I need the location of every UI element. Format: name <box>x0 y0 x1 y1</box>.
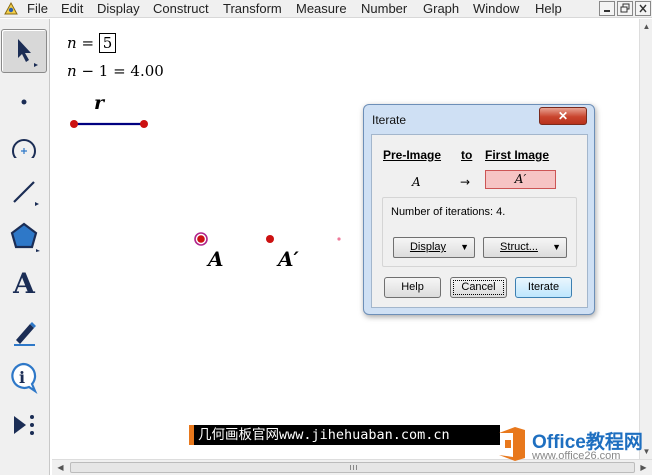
mapping-arrow-icon: → <box>460 175 471 189</box>
arrow-icon <box>18 39 38 67</box>
menu-graph[interactable]: Graph <box>423 1 459 17</box>
geometers-sketchpad-app-icon[interactable] <box>3 1 19 16</box>
menu-bar: File Edit Display Construct Transform Me… <box>0 0 652 18</box>
office-logo-icon <box>499 427 525 461</box>
text-tool[interactable]: A <box>1 261 47 305</box>
iterate-button[interactable]: Iterate <box>515 277 572 298</box>
parameter-equals: = <box>76 34 99 52</box>
vertical-scrollbar[interactable]: ▲ ▼ <box>639 19 652 459</box>
calculation-variable: n <box>67 62 77 80</box>
grip-line <box>352 465 354 470</box>
point-a[interactable] <box>197 235 205 243</box>
menu-window[interactable]: Window <box>473 1 519 17</box>
menu-help[interactable]: Help <box>535 1 562 17</box>
office-watermark-site: www.office26.com <box>532 450 621 462</box>
arrow-select-tool[interactable] <box>1 29 47 73</box>
straightedge-icon <box>13 181 39 206</box>
segment-endpoint-left[interactable] <box>70 120 78 128</box>
dropdown-arrow-icon: ▼ <box>460 242 469 252</box>
pre-image-value: A <box>412 175 421 189</box>
segment-r-label[interactable]: r <box>94 92 104 114</box>
menu-construct[interactable]: Construct <box>153 1 209 17</box>
menu-number[interactable]: Number <box>361 1 407 17</box>
close-window-button[interactable] <box>635 1 651 16</box>
grip-line <box>349 465 351 470</box>
tool-palette: A i <box>0 19 50 475</box>
to-header: to <box>461 148 473 162</box>
calculation-n-minus-1[interactable]: n − 1 = 4.00 <box>67 62 164 80</box>
info-tool-glyph: i <box>19 368 25 387</box>
iteration-options-panel: Number of iterations: 4. Display ▼ Struc… <box>382 197 577 267</box>
marker-tool[interactable] <box>1 309 47 353</box>
dialog-title: Iterate <box>372 113 407 127</box>
first-image-field[interactable]: A′ <box>485 170 556 189</box>
point-a-prime[interactable] <box>266 235 274 243</box>
text-tool-glyph: A <box>13 266 35 300</box>
calculation-operator: − <box>76 62 99 80</box>
iterate-dialog: Iterate ✕ Pre-Image to First Image A → A… <box>363 104 595 315</box>
point-tool[interactable] <box>1 75 47 119</box>
polygon-tool[interactable] <box>1 213 47 257</box>
dropdown-arrow-icon: ▼ <box>552 242 561 252</box>
grip-line <box>355 465 357 470</box>
compass-icon <box>12 139 36 158</box>
segment-endpoint-right[interactable] <box>140 120 148 128</box>
parameter-value-box[interactable]: 5 <box>98 33 117 53</box>
point-icon <box>21 99 27 105</box>
point-a-prime-label[interactable]: A′ <box>278 247 299 271</box>
menu-edit[interactable]: Edit <box>61 1 83 17</box>
custom-tools-menu[interactable] <box>1 403 47 447</box>
restore-window-button[interactable] <box>617 1 633 16</box>
close-icon <box>639 4 647 13</box>
straightedge-tool[interactable] <box>1 167 47 211</box>
close-x-icon: ✕ <box>557 109 569 123</box>
point-a-label[interactable]: A <box>208 247 224 271</box>
menu-measure[interactable]: Measure <box>296 1 347 17</box>
marker-pen-icon <box>14 322 36 346</box>
cancel-button[interactable]: Cancel <box>450 277 507 298</box>
iterations-count-text: Number of iterations: 4. <box>391 206 506 218</box>
menu-display[interactable]: Display <box>97 1 140 17</box>
restore-icon <box>620 3 630 13</box>
menu-file[interactable]: File <box>27 1 48 17</box>
parameter-name: n <box>67 34 77 52</box>
point-a-selection-ring <box>194 232 208 246</box>
minimize-window-button[interactable] <box>599 1 615 16</box>
play-menu-icon <box>14 415 34 435</box>
first-image-header: First Image <box>485 148 550 162</box>
structure-dropdown[interactable]: Struct... ▼ <box>483 237 567 258</box>
display-dropdown-label: Display <box>409 241 447 253</box>
pentagon-icon <box>10 222 40 252</box>
jihehuaban-watermark: 几何画板官网www.jihehuaban.com.cn <box>189 425 500 445</box>
dialog-close-button[interactable]: ✕ <box>539 107 587 125</box>
information-icon: i <box>11 362 38 394</box>
pre-image-header: Pre-Image <box>383 148 442 162</box>
office26-watermark: Office教程网 www.office26.com <box>495 423 652 465</box>
display-dropdown[interactable]: Display ▼ <box>393 237 475 258</box>
parameter-n[interactable]: n = 5 <box>67 33 117 53</box>
scroll-left-icon[interactable]: ◀ <box>54 461 67 474</box>
compass-tool[interactable] <box>1 121 47 165</box>
calculation-result: 1 = 4.00 <box>98 62 164 80</box>
dialog-body: Pre-Image to First Image A → A′ Number o… <box>371 134 588 308</box>
minimize-icon <box>604 10 610 12</box>
information-tool[interactable]: i <box>1 355 47 399</box>
menu-transform[interactable]: Transform <box>223 1 282 17</box>
structure-dropdown-label: Struct... <box>500 241 538 253</box>
scroll-up-icon[interactable]: ▲ <box>640 20 652 33</box>
iterate-preview-point <box>337 237 341 241</box>
help-button[interactable]: Help <box>384 277 441 298</box>
